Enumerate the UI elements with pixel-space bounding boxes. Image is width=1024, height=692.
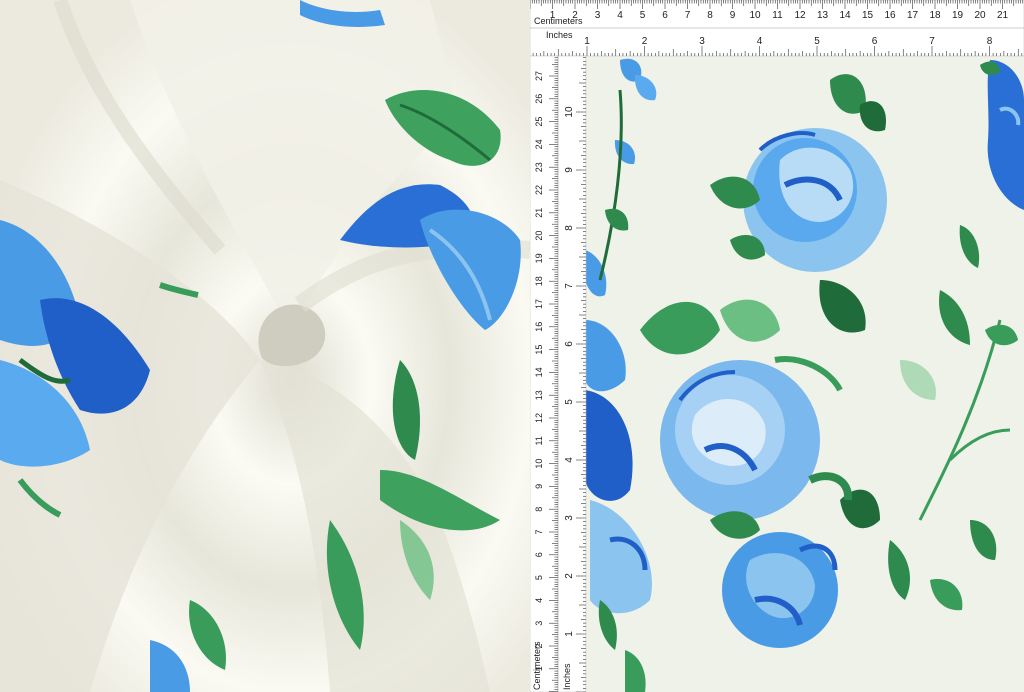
centimeters-label-side: Centimeters [532,641,542,690]
side-cm-label: 19 [534,253,544,263]
top-inch-label: 5 [814,36,820,47]
side-cm-label: 11 [534,436,544,445]
side-cm-label: 12 [534,413,544,423]
side-cm-label: 23 [534,162,544,172]
top-cm-label: 19 [952,10,964,21]
top-cm-label: 4 [617,10,623,21]
side-cm-label: 21 [534,208,544,218]
blue-rose-middle [660,360,820,520]
top-inch-label: 2 [642,36,648,47]
top-inch-label: 1 [584,36,590,47]
top-cm-label: 10 [749,10,761,21]
top-inch-label: 7 [929,36,935,47]
side-ruler: 2726252423222120191817161514131211109876… [530,55,587,692]
side-cm-label: 26 [534,94,544,104]
side-cm-label: 16 [534,322,544,332]
top-cm-label: 7 [685,10,691,21]
side-inch-label: 3 [564,515,575,521]
top-cm-label: 15 [862,10,874,21]
side-cm-label: 15 [534,345,544,355]
top-cm-label: 17 [907,10,919,21]
side-cm-label: 6 [534,552,544,557]
side-cm-label: 8 [534,507,544,512]
top-cm-label: 9 [730,10,736,21]
side-inch-label: 1 [564,631,575,637]
top-cm-label: 5 [640,10,646,21]
top-inch-label: 4 [757,36,763,47]
top-inch-label: 8 [987,36,993,47]
side-cm-label: 27 [534,71,544,81]
side-inch-label: 4 [564,457,575,463]
top-cm-label: 16 [884,10,896,21]
side-cm-label: 10 [534,459,544,469]
flat-fabric-with-ruler: 1 2 3 4 5 6 7 8 9 10 11 12 13 14 15 16 17 18 19 20 21 123456… [530,0,1024,692]
side-cm-label: 4 [534,598,544,603]
side-cm-label: 20 [534,231,544,241]
side-cm-label: 17 [534,299,544,309]
side-cm-label: 22 [534,185,544,195]
side-inch-label: 7 [564,283,575,289]
top-inch-label: 3 [699,36,705,47]
side-inch-label: 9 [564,167,575,173]
side-inch-label: 5 [564,399,575,405]
top-cm-label: 11 [772,10,783,21]
side-inch-label: 2 [564,573,575,579]
inches-label-side: Inches [562,663,572,690]
top-cm-label: 13 [817,10,829,21]
side-cm-label: 24 [534,139,544,149]
top-cm-label: 6 [662,10,668,21]
top-cm-label: 3 [595,10,601,21]
side-cm-label: 3 [534,621,544,626]
top-cm-label: 8 [707,10,713,21]
blue-rose-lower [722,532,838,648]
side-cm-label: 13 [534,390,544,400]
top-cm-label: 14 [839,10,851,21]
side-cm-label: 14 [534,367,544,377]
draped-fabric-illustration [0,0,530,692]
top-cm-label: 12 [794,10,806,21]
top-cm-label: 20 [974,10,986,21]
side-inch-label: 8 [564,225,575,231]
side-cm-label: 25 [534,117,544,127]
inches-label-top: Inches [546,30,573,40]
side-inch-label: 10 [564,106,575,118]
draped-fabric-photo [0,0,530,692]
top-inch-label: 6 [872,36,878,47]
side-inch-label: 6 [564,341,575,347]
flat-fabric-illustration: 1 2 3 4 5 6 7 8 9 10 11 12 13 14 15 16 17 18 19 20 21 123456… [530,0,1024,692]
centimeters-label-top: Centimeters [534,16,583,26]
side-cm-label: 5 [534,575,544,580]
side-cm-label: 9 [534,484,544,489]
side-cm-label: 7 [534,529,544,534]
side-cm-label: 18 [534,276,544,286]
top-ruler: 1 2 3 4 5 6 7 8 9 10 11 12 13 14 15 16 17 18 19 20 21 123456… [530,0,1024,57]
top-cm-label: 21 [997,10,1009,21]
top-cm-label: 18 [929,10,941,21]
